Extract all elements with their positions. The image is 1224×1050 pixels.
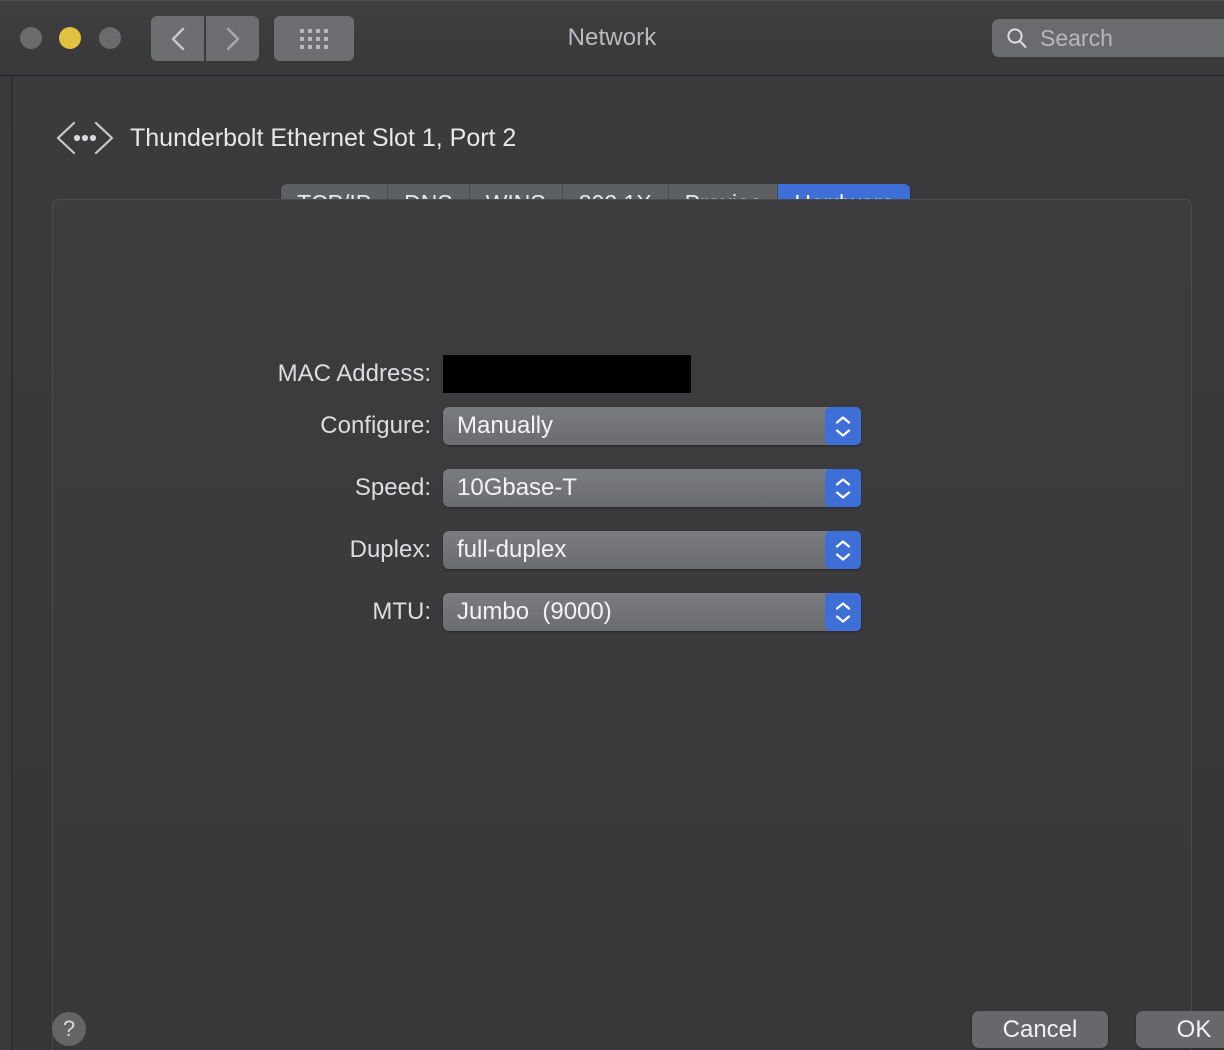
mac-address-row: MAC Address: [213, 355, 691, 393]
configure-popup-button[interactable]: Manually [443, 407, 861, 445]
mtu-label: MTU: [372, 598, 431, 625]
configure-row: Configure: Manually [213, 407, 861, 445]
chevron-down-icon [834, 614, 852, 624]
ok-button[interactable]: OK [1136, 1011, 1224, 1048]
configure-value: Manually [457, 412, 554, 439]
chevron-down-icon [834, 428, 852, 438]
network-settings-sheet: Thunderbolt Ethernet Slot 1, Port 2 TCP/… [11, 77, 1224, 1050]
configure-label: Configure: [320, 412, 431, 439]
speed-popup-button[interactable]: 10Gbase-T [443, 469, 861, 507]
search-input[interactable]: Search [992, 19, 1224, 57]
chevron-up-icon [834, 477, 852, 487]
speed-stepper[interactable] [825, 469, 861, 507]
duplex-stepper[interactable] [825, 531, 861, 569]
search-icon [1005, 26, 1029, 50]
mtu-popup-button[interactable]: Jumbo (9000) [443, 593, 861, 631]
mtu-value: Jumbo (9000) [457, 598, 612, 625]
search-placeholder: Search [1040, 24, 1113, 51]
speed-value: 10Gbase-T [457, 474, 578, 501]
window-titlebar: Network Search [0, 0, 1224, 76]
configure-stepper[interactable] [825, 407, 861, 445]
mtu-row: MTU: Jumbo (9000) [213, 593, 861, 631]
help-button[interactable]: ? [52, 1012, 86, 1046]
chevron-down-icon [834, 490, 852, 500]
mtu-stepper[interactable] [825, 593, 861, 631]
network-preferences-window: Network Search Thunderbolt Ethernet Slot… [0, 0, 1224, 1050]
chevron-up-icon [834, 415, 852, 425]
ethernet-icon [54, 118, 116, 158]
duplex-label: Duplex: [349, 536, 431, 563]
chevron-up-icon [834, 601, 852, 611]
speed-row: Speed: 10Gbase-T [213, 469, 861, 507]
duplex-value: full-duplex [457, 536, 567, 563]
duplex-row: Duplex: full-duplex [213, 531, 861, 569]
speed-label: Speed: [354, 474, 431, 501]
hardware-settings-panel: MAC Address: Configure: Manually Speed: … [52, 199, 1192, 1050]
chevron-up-icon [834, 539, 852, 549]
mac-address-label: MAC Address: [277, 360, 431, 387]
device-header: Thunderbolt Ethernet Slot 1, Port 2 [54, 118, 516, 158]
duplex-popup-button[interactable]: full-duplex [443, 531, 861, 569]
mac-address-value-redacted [443, 355, 691, 393]
device-name: Thunderbolt Ethernet Slot 1, Port 2 [130, 123, 517, 152]
cancel-button[interactable]: Cancel [972, 1011, 1108, 1048]
chevron-down-icon [834, 552, 852, 562]
